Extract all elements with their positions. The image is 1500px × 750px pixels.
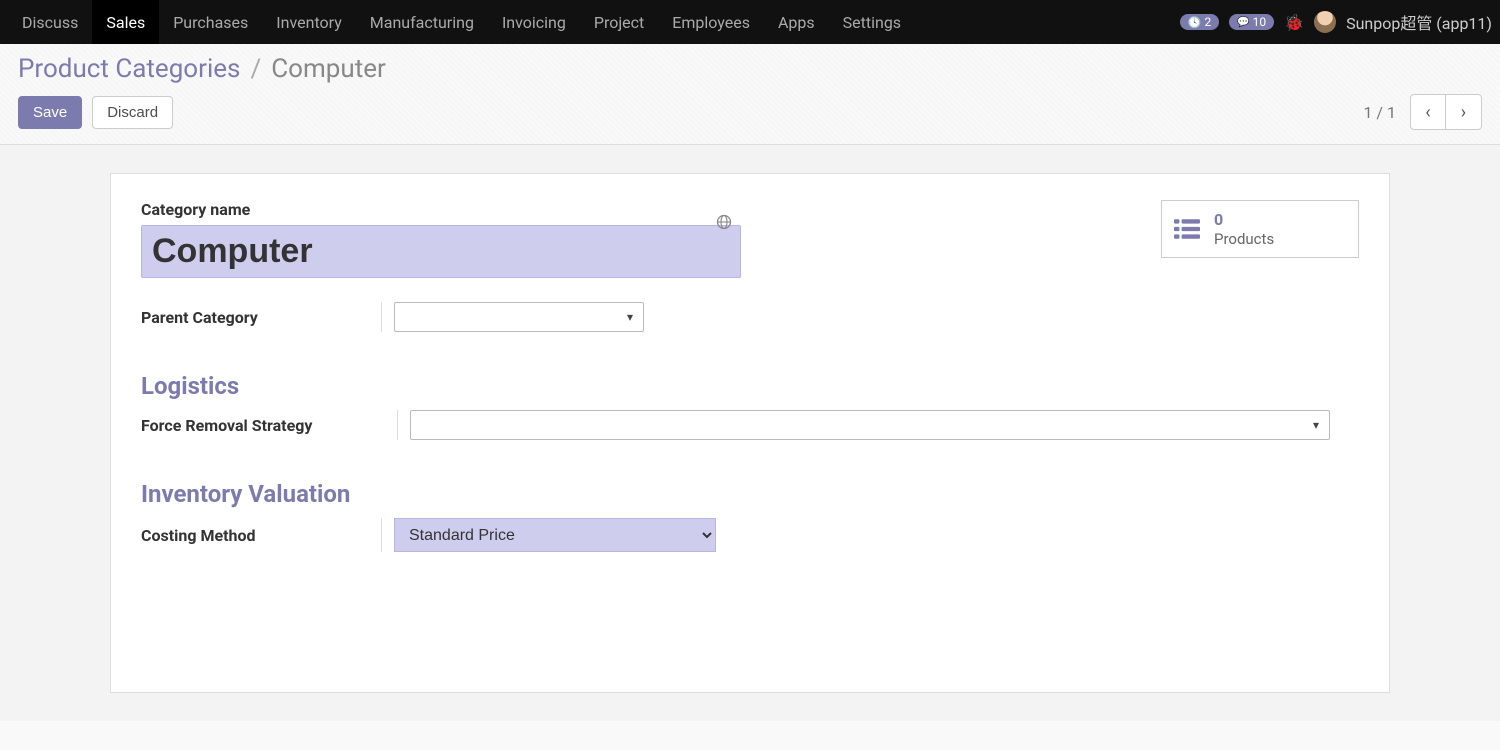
nav-item-inventory[interactable]: Inventory xyxy=(262,0,356,44)
form-sheet: 0 Products Category name Parent Category… xyxy=(110,173,1390,693)
pager-next-button[interactable]: › xyxy=(1446,94,1482,130)
control-panel: Product Categories / Computer Save Disca… xyxy=(0,44,1500,145)
inventory-valuation-section-title: Inventory Valuation xyxy=(141,480,1359,508)
content-area: 0 Products Category name Parent Category… xyxy=(0,145,1500,721)
nav-item-purchases[interactable]: Purchases xyxy=(159,0,262,44)
category-name-input[interactable] xyxy=(141,225,741,278)
nav-item-discuss[interactable]: Discuss xyxy=(8,0,92,44)
control-buttons: Save Discard xyxy=(18,96,173,129)
clock-icon: 🕓 xyxy=(1188,16,1202,29)
top-navbar: Discuss Sales Purchases Inventory Manufa… xyxy=(0,0,1500,44)
save-button[interactable]: Save xyxy=(18,96,82,129)
force-removal-label: Force Removal Strategy xyxy=(141,416,397,435)
force-removal-select[interactable]: ▾ xyxy=(410,410,1330,440)
title-group: Category name xyxy=(141,200,1359,278)
nav-item-invoicing[interactable]: Invoicing xyxy=(488,0,580,44)
costing-method-row: Costing Method Standard Price xyxy=(141,518,1359,552)
nav-item-settings[interactable]: Settings xyxy=(829,0,915,44)
nav-item-sales[interactable]: Sales xyxy=(92,0,159,44)
discard-button[interactable]: Discard xyxy=(92,96,173,129)
category-name-label: Category name xyxy=(141,200,1359,219)
parent-category-row: Parent Category ▾ xyxy=(141,302,1359,332)
breadcrumb: Product Categories / Computer xyxy=(18,54,1482,84)
messages-badge[interactable]: 💬 10 xyxy=(1229,14,1274,30)
chevron-left-icon: ‹ xyxy=(1425,102,1430,123)
chevron-right-icon: › xyxy=(1461,102,1466,123)
breadcrumb-current: Computer xyxy=(271,54,386,84)
translate-icon[interactable] xyxy=(716,214,732,230)
force-removal-row: Force Removal Strategy ▾ xyxy=(141,410,1359,440)
nav-item-manufacturing[interactable]: Manufacturing xyxy=(356,0,488,44)
breadcrumb-separator: / xyxy=(250,54,261,84)
activities-count: 2 xyxy=(1204,15,1211,29)
nav-item-employees[interactable]: Employees xyxy=(658,0,764,44)
avatar[interactable] xyxy=(1314,11,1336,33)
nav-item-apps[interactable]: Apps xyxy=(764,0,829,44)
pager-counter: 1 / 1 xyxy=(1363,103,1396,122)
user-menu[interactable]: Sunpop超管 (app11) xyxy=(1346,10,1492,34)
debug-icon[interactable]: 🐞 xyxy=(1284,13,1304,32)
parent-category-select[interactable]: ▾ xyxy=(394,302,644,332)
pager-prev-button[interactable]: ‹ xyxy=(1410,94,1446,130)
pager: 1 / 1 ‹ › xyxy=(1363,94,1482,130)
nav-right: 🕓 2 💬 10 🐞 Sunpop超管 (app11) xyxy=(1180,10,1492,34)
logistics-section-title: Logistics xyxy=(141,372,1359,400)
chat-icon: 💬 xyxy=(1237,17,1249,28)
activities-badge[interactable]: 🕓 2 xyxy=(1180,14,1219,30)
caret-down-icon: ▾ xyxy=(627,310,633,324)
caret-down-icon: ▾ xyxy=(1313,418,1319,432)
costing-method-select[interactable]: Standard Price xyxy=(394,518,716,552)
breadcrumb-parent-link[interactable]: Product Categories xyxy=(18,54,240,84)
messages-count: 10 xyxy=(1253,15,1267,29)
nav-menu: Discuss Sales Purchases Inventory Manufa… xyxy=(8,0,915,44)
costing-method-label: Costing Method xyxy=(141,526,381,545)
parent-category-label: Parent Category xyxy=(141,308,381,327)
nav-item-project[interactable]: Project xyxy=(580,0,658,44)
